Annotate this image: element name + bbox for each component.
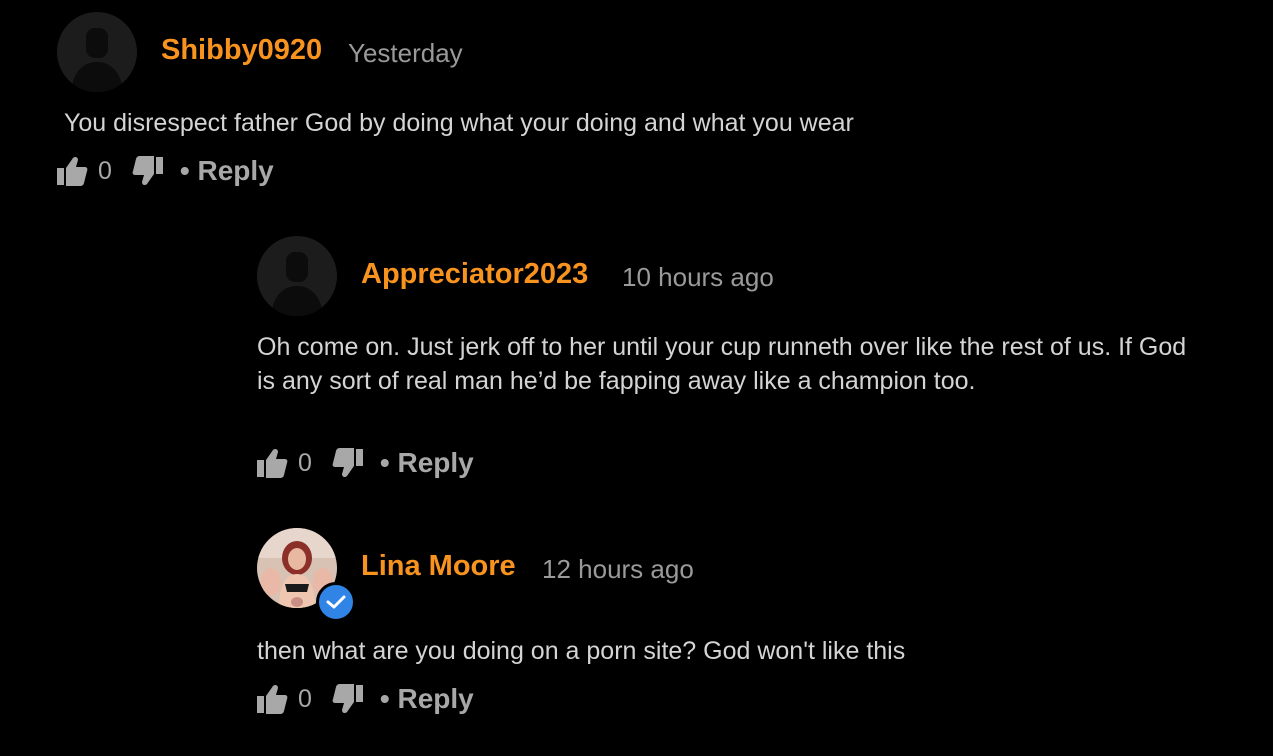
reply-button[interactable]: • Reply	[380, 683, 474, 715]
thumbs-up-icon[interactable]	[256, 683, 288, 715]
reply-button[interactable]: • Reply	[180, 155, 274, 187]
comment-text: Oh come on. Just jerk off to her until y…	[257, 333, 1187, 395]
like-count: 0	[98, 156, 112, 185]
comment-text: You disrespect father God by doing what …	[64, 109, 854, 137]
like-count: 0	[298, 684, 312, 713]
reply-button[interactable]: • Reply	[380, 447, 474, 479]
comment-actions: 0 • Reply	[56, 154, 274, 188]
comment-timestamp: 12 hours ago	[542, 554, 694, 584]
thumbs-down-icon[interactable]	[332, 683, 364, 715]
thumbs-down-icon[interactable]	[332, 447, 364, 479]
default-user-avatar-icon	[57, 12, 137, 92]
thumbs-up-icon[interactable]	[56, 155, 88, 187]
thumbs-down-icon[interactable]	[132, 155, 164, 187]
comment-text: then what are you doing on a porn site? …	[257, 637, 906, 665]
verified-badge-icon	[316, 582, 356, 622]
comment-author[interactable]: Shibby0920	[161, 34, 322, 67]
default-user-avatar-icon	[257, 236, 337, 316]
comment-actions: 0 • Reply	[256, 446, 474, 480]
comment-timestamp: Yesterday	[348, 38, 463, 68]
user-avatar[interactable]	[57, 12, 137, 92]
comment-timestamp: 10 hours ago	[622, 262, 774, 292]
thumbs-up-icon[interactable]	[256, 447, 288, 479]
comment-actions: 0 • Reply	[256, 682, 474, 716]
comment-author[interactable]: Lina Moore	[361, 550, 516, 583]
user-avatar[interactable]	[257, 236, 337, 316]
comment-author[interactable]: Appreciator2023	[361, 258, 588, 291]
like-count: 0	[298, 448, 312, 477]
